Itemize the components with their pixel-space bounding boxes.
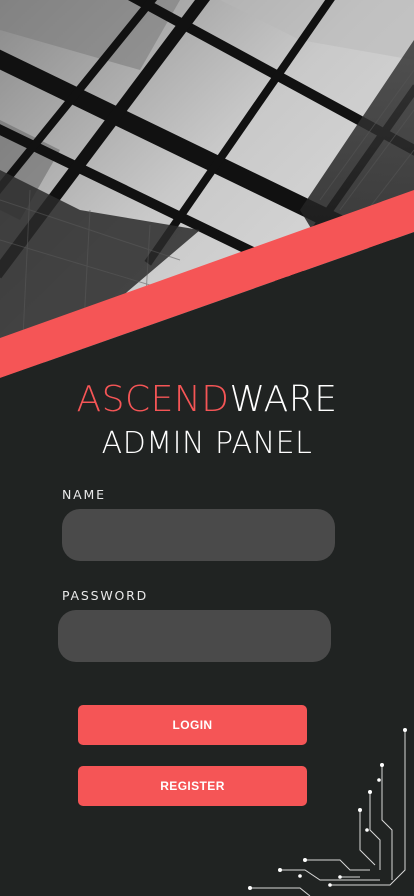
password-label: PASSWORD [62, 588, 149, 603]
brand-title: ASCENDWARE [0, 378, 414, 422]
name-input[interactable] [62, 509, 335, 561]
page-subtitle: ADMIN PANEL [101, 426, 313, 461]
login-screen: ASCENDWARE ADMIN PANEL NAME PASSWORD LOG… [0, 0, 414, 896]
brand-rest: WARE [229, 379, 338, 420]
brand-accent: ASCEND [76, 379, 230, 420]
password-input[interactable] [58, 610, 331, 662]
name-label: NAME [62, 487, 106, 502]
circuit-decoration-icon [248, 728, 407, 896]
